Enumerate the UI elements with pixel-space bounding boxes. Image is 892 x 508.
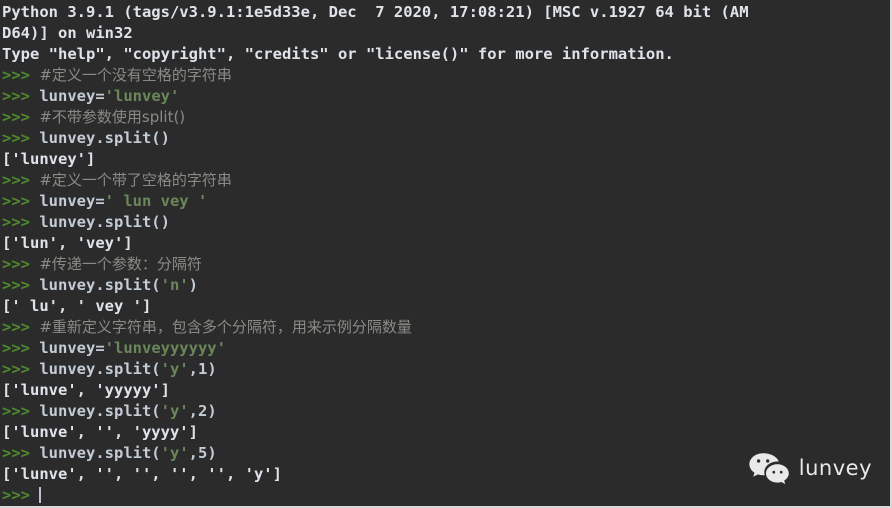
text-cursor [39,487,42,503]
banner-text: Python 3.9.1 (tags/v3.9.1:1e5d33e, Dec 7… [2,3,749,21]
console-line: Type "help", "copyright", "credits" or "… [0,44,890,65]
watermark-label: lunvey [798,456,872,480]
console-output-area: Python 3.9.1 (tags/v3.9.1:1e5d33e, Dec 7… [0,2,890,506]
console-line: ['lunve', 'yyyyy'] [0,380,890,401]
code-text: lunvey.split( [39,402,161,420]
prompt-symbol: >>> [2,276,40,294]
prompt-symbol: >>> [2,129,40,147]
output-text: ['lunve', '', 'yyyy'] [2,423,198,441]
console-line: >>> lunvey.split('y',1) [0,359,890,380]
comment-text: #定义一个带了空格的字符串 [39,171,232,189]
string-literal: 'n' [160,276,189,294]
console-line: >>> lunvey.split('y',2) [0,401,890,422]
console-line: >>> [0,485,890,506]
console-line: >>> #传递一个参数：分隔符 [0,254,890,275]
code-text: lunvey= [39,192,105,210]
code-text: lunvey.split() [39,213,170,231]
console-line: >>> #不带参数使用split() [0,107,890,128]
code-text: lunvey.split( [39,276,161,294]
console-line: ['lun', 'vey'] [0,233,890,254]
output-text: ['lun', 'vey'] [2,234,133,252]
prompt-symbol: >>> [2,339,40,357]
console-line: >>> #定义一个没有空格的字符串 [0,65,890,86]
comment-text: #不带参数使用split() [39,108,186,126]
code-text: ,2) [188,402,217,420]
string-literal: ' lun vey ' [104,192,208,210]
string-literal: 'y' [160,402,189,420]
console-line: >>> lunvey=' lun vey ' [0,191,890,212]
prompt-symbol: >>> [2,213,40,231]
watermark: lunvey [748,452,872,484]
comment-text: #传递一个参数：分隔符 [39,255,202,273]
console-line: >>> #重新定义字符串，包含多个分隔符，用来示例分隔数量 [0,317,890,338]
prompt-symbol: >>> [2,360,40,378]
console-line: D64)] on win32 [0,23,890,44]
code-text: ,5) [188,444,217,462]
prompt-symbol: >>> [2,402,40,420]
code-text: lunvey.split( [39,360,161,378]
output-text: ['lunve', '', '', '', '', 'y'] [2,465,282,483]
console-line: Python 3.9.1 (tags/v3.9.1:1e5d33e, Dec 7… [0,2,890,23]
banner-text: Type "help", "copyright", "credits" or "… [2,45,674,63]
console-line: >>> lunvey.split('n') [0,275,890,296]
prompt-symbol: >>> [2,444,40,462]
output-text: ['lunvey'] [2,150,96,168]
console-line: [' lu', ' vey '] [0,296,890,317]
console-line: >>> #定义一个带了空格的字符串 [0,170,890,191]
code-text: lunvey= [39,339,105,357]
prompt-symbol: >>> [2,192,40,210]
string-literal: 'y' [160,360,189,378]
code-text: lunvey.split( [39,444,161,462]
prompt-symbol: >>> [2,171,40,189]
comment-text: #重新定义字符串，包含多个分隔符，用来示例分隔数量 [39,318,412,336]
prompt-symbol: >>> [2,87,40,105]
prompt-symbol: >>> [2,486,40,504]
string-literal: 'y' [160,444,189,462]
output-text: [' lu', ' vey '] [2,297,152,315]
console-line: ['lunve', '', 'yyyy'] [0,422,890,443]
prompt-symbol: >>> [2,318,40,336]
console-line: ['lunvey'] [0,149,890,170]
string-literal: 'lunvey' [104,87,180,105]
python-shell-console[interactable]: Python 3.9.1 (tags/v3.9.1:1e5d33e, Dec 7… [0,0,892,508]
console-line: >>> lunvey.split() [0,212,890,233]
string-literal: 'lunveyyyyyy' [104,339,226,357]
prompt-symbol: >>> [2,66,40,84]
code-text: lunvey= [39,87,105,105]
banner-text: D64)] on win32 [2,24,133,42]
code-text: ,1) [188,360,217,378]
comment-text: #定义一个没有空格的字符串 [39,66,232,84]
prompt-symbol: >>> [2,255,40,273]
wechat-icon [748,452,790,484]
code-text: lunvey.split() [39,129,170,147]
output-text: ['lunve', 'yyyyy'] [2,381,170,399]
prompt-symbol: >>> [2,108,40,126]
code-text: ) [188,276,198,294]
console-line: >>> lunvey.split() [0,128,890,149]
console-line: >>> lunvey='lunvey' [0,86,890,107]
console-line: >>> lunvey='lunveyyyyyy' [0,338,890,359]
